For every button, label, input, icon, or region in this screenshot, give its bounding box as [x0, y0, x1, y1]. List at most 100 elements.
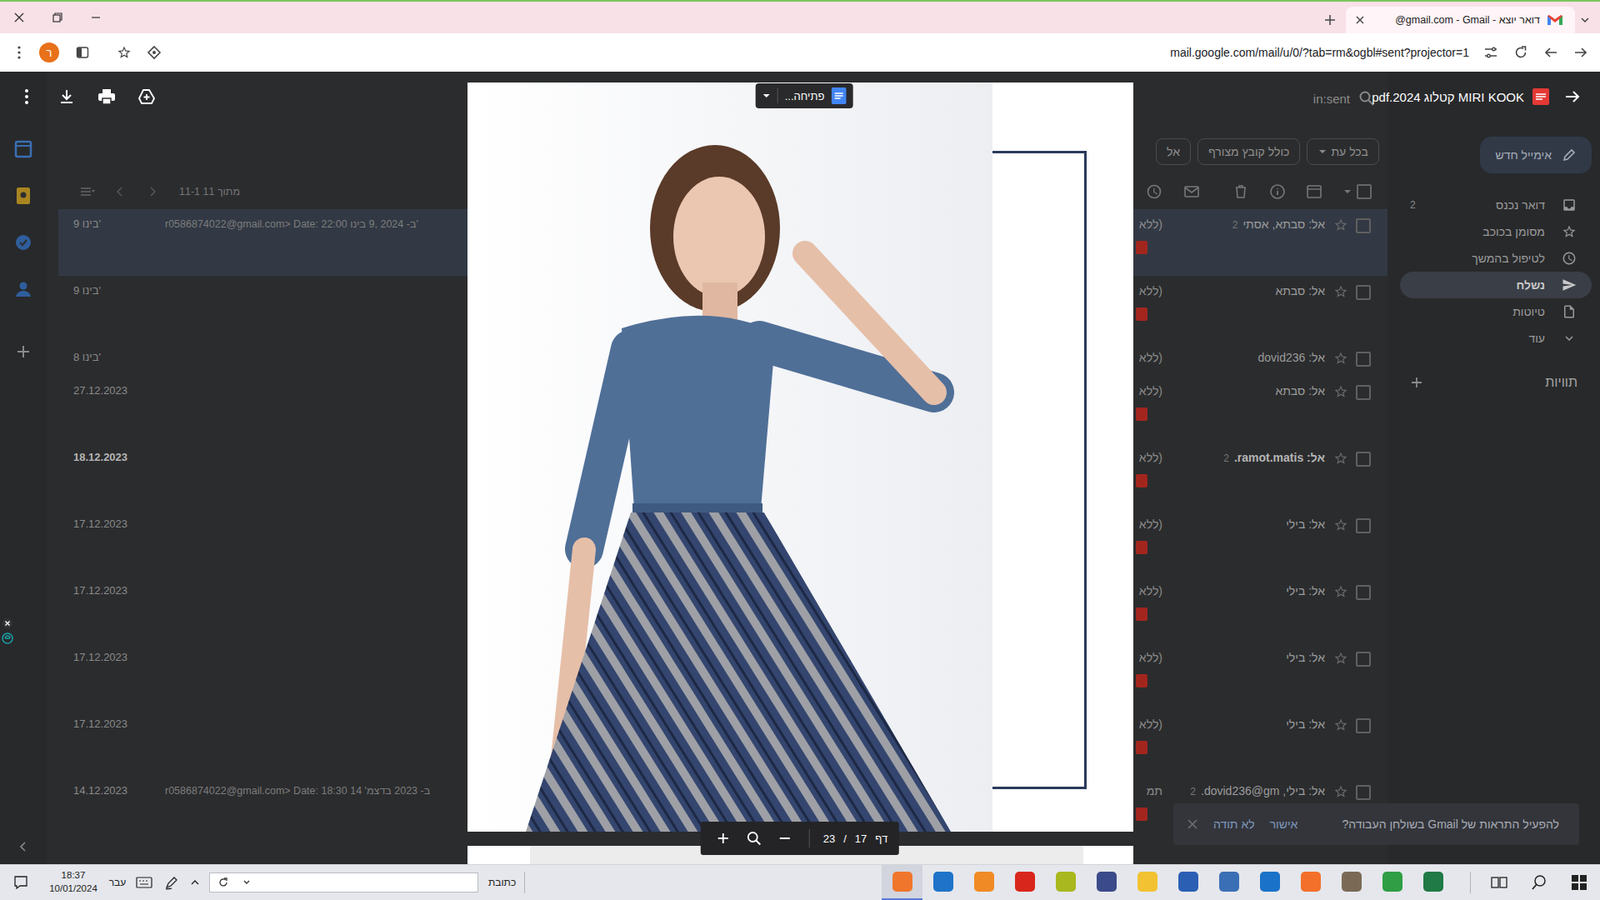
prev-page-icon[interactable]: [114, 185, 126, 198]
plus-icon[interactable]: [1410, 375, 1424, 390]
profile-button[interactable]: ר: [39, 42, 60, 63]
taskbar-app[interactable]: [1290, 865, 1331, 900]
attachment-chip[interactable]: [1135, 674, 1148, 688]
star-icon[interactable]: [1333, 517, 1349, 533]
star-icon[interactable]: [1333, 717, 1349, 733]
zoom-out-icon[interactable]: [778, 831, 792, 845]
mail-row[interactable]: 9 בינו'r0586874022@gmail.com> Date: 22:0…: [58, 209, 1388, 276]
taskbar-app[interactable]: [1371, 865, 1413, 900]
calendar-icon[interactable]: [14, 140, 33, 159]
mail-row[interactable]: 27.12.2023אל: סבתא(ללא: [58, 375, 1388, 443]
filter-chip[interactable]: בכל עת: [1306, 138, 1380, 165]
menu-button[interactable]: [4, 37, 35, 68]
star-icon[interactable]: [1333, 650, 1349, 666]
close-viewer-button[interactable]: [1555, 80, 1590, 114]
close-circle-icon[interactable]: [1, 617, 14, 630]
action-center-button[interactable]: [0, 865, 42, 900]
nav-item[interactable]: דואר נכנס2: [1400, 191, 1592, 219]
task-view-button[interactable]: [1482, 865, 1516, 900]
attachment-chip[interactable]: [1135, 474, 1148, 488]
mail-row[interactable]: 8 בינו'אל: dovid236(ללא: [58, 342, 1388, 376]
star-icon[interactable]: [1333, 217, 1349, 233]
language-indicator[interactable]: עבר: [105, 865, 130, 900]
mail-row[interactable]: 17.12.2023אל: בילי(ללא: [58, 575, 1388, 643]
taskbar-app[interactable]: [1412, 865, 1454, 900]
back-button[interactable]: [1535, 37, 1566, 68]
attachment-chip[interactable]: [1135, 307, 1148, 321]
star-icon[interactable]: [1333, 784, 1349, 800]
select-all-checkbox[interactable]: [1356, 184, 1372, 200]
attachment-chip[interactable]: [1135, 407, 1148, 421]
clock[interactable]: 18:3710/01/2024: [41, 869, 105, 895]
toast-ok-button[interactable]: אישור: [1270, 817, 1299, 831]
star-icon[interactable]: [1333, 284, 1349, 300]
reload-button[interactable]: [1505, 37, 1536, 68]
new-tab-button[interactable]: [1317, 6, 1343, 34]
search-icon[interactable]: [1358, 90, 1375, 107]
info-icon[interactable]: [1269, 183, 1286, 200]
pen-workspace-button[interactable]: [158, 865, 185, 900]
minimize-window-button[interactable]: [76, 1, 115, 34]
touch-keyboard-button[interactable]: [130, 865, 159, 900]
side-panel-button[interactable]: [67, 37, 98, 68]
hidden-icons-button[interactable]: [185, 865, 205, 900]
print-button[interactable]: [90, 80, 124, 114]
taskbar-app[interactable]: [1249, 865, 1290, 900]
nav-item[interactable]: טיוטות: [1400, 298, 1592, 325]
compose-button[interactable]: אימייל חדש: [1480, 136, 1592, 174]
filter-chip[interactable]: אל: [1155, 138, 1191, 165]
row-checkbox[interactable]: [1355, 285, 1371, 300]
row-checkbox[interactable]: [1355, 651, 1371, 667]
address-toolbar-field[interactable]: [209, 872, 479, 893]
next-page-icon[interactable]: [146, 185, 159, 198]
taskbar-app[interactable]: [1167, 865, 1209, 900]
open-with-button[interactable]: פתיחה...: [755, 83, 854, 109]
taskbar-app[interactable]: [1126, 865, 1168, 900]
restore-window-button[interactable]: [38, 1, 77, 34]
mail-row[interactable]: 17.12.2023אל: בילי(ללא: [58, 642, 1388, 710]
zoom-in-icon[interactable]: [716, 831, 730, 845]
taskbar-app[interactable]: [922, 865, 964, 900]
search-button[interactable]: [1522, 865, 1556, 900]
bookmark-button[interactable]: [109, 37, 140, 68]
taskbar-app[interactable]: [1208, 865, 1250, 900]
start-button[interactable]: [1562, 865, 1596, 900]
browser-tab[interactable]: @gmail.com - Gmail - דואר יוצא: [1345, 6, 1575, 34]
download-button[interactable]: [50, 80, 84, 114]
close-icon[interactable]: [1186, 818, 1199, 830]
attachment-chip[interactable]: [1135, 807, 1148, 821]
star-icon[interactable]: [1333, 350, 1349, 366]
toast-dismiss-button[interactable]: לא תודה: [1213, 817, 1255, 831]
mail-row[interactable]: 18.12.2023אל: ramot.matis.2(ללא: [58, 442, 1388, 510]
nav-item[interactable]: לטיפול בהמשך: [1400, 245, 1592, 272]
taskbar-app[interactable]: [881, 865, 923, 900]
site-settings-button[interactable]: [1475, 37, 1506, 68]
add-to-drive-button[interactable]: [130, 80, 164, 114]
current-page[interactable]: 17: [855, 832, 867, 845]
nav-item[interactable]: מסומן בכוכב: [1400, 218, 1592, 245]
nav-item[interactable]: נשלח: [1400, 271, 1592, 299]
taskbar-app[interactable]: [1330, 865, 1372, 900]
url-field[interactable]: mail.google.com/mail/u/0/?tab=rm&ogbl#se…: [169, 45, 1476, 60]
close-tab-icon[interactable]: [1354, 14, 1366, 26]
widget-icon[interactable]: [1, 632, 14, 645]
mail-row[interactable]: 17.12.2023אל: בילי(ללא: [58, 709, 1388, 776]
taskbar-app[interactable]: [1004, 865, 1045, 900]
star-icon[interactable]: [1333, 384, 1349, 400]
star-icon[interactable]: [1333, 584, 1349, 600]
forward-button[interactable]: [1565, 37, 1596, 68]
archive-icon[interactable]: [1305, 183, 1323, 200]
taskbar-app[interactable]: [963, 865, 1005, 900]
attachment-chip[interactable]: [1135, 740, 1148, 755]
attachment-chip[interactable]: [1135, 540, 1148, 555]
plus-icon[interactable]: [15, 343, 32, 360]
attachment-chip[interactable]: [1135, 607, 1148, 621]
density-icon[interactable]: [79, 185, 96, 198]
trash-icon[interactable]: [1232, 183, 1250, 200]
row-checkbox[interactable]: [1355, 218, 1371, 234]
collapse-icon[interactable]: [17, 840, 30, 853]
address-go-button[interactable]: [213, 875, 234, 890]
envelope-icon[interactable]: [1183, 183, 1200, 200]
close-window-button[interactable]: [0, 1, 39, 34]
star-icon[interactable]: [1333, 450, 1349, 466]
